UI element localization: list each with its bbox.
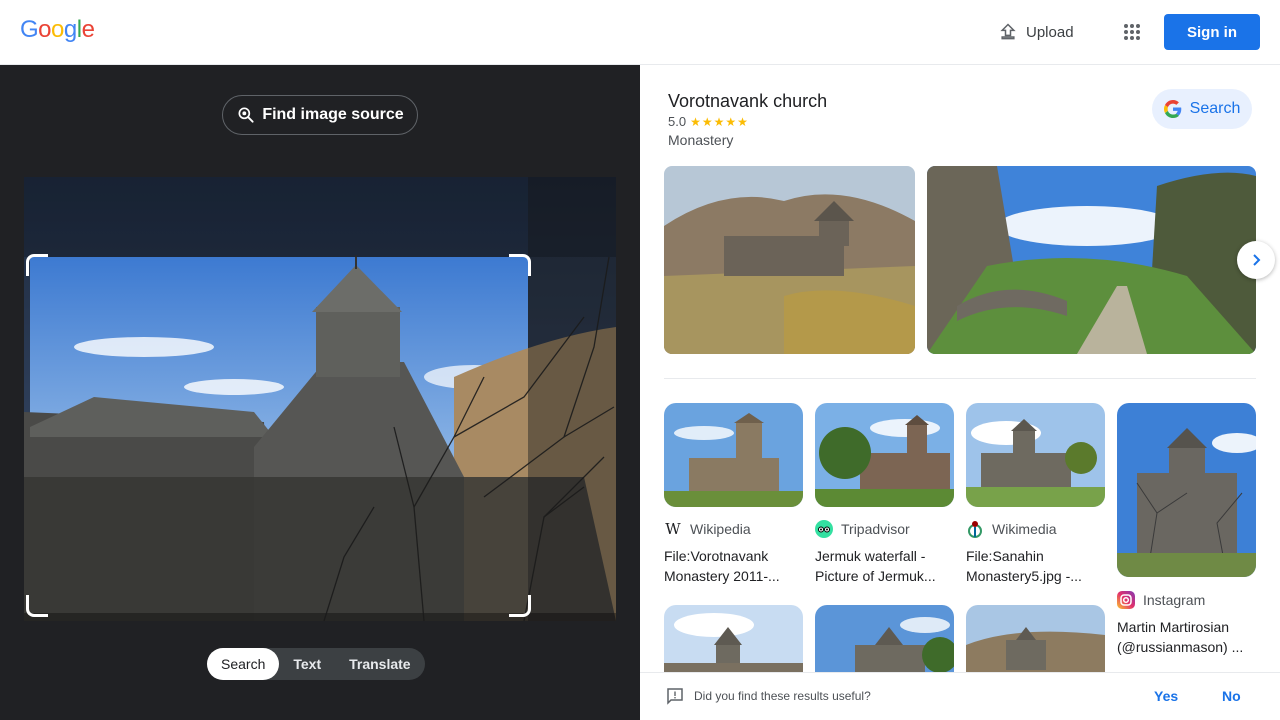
rating-stars-icon: ★★★★★	[690, 114, 749, 129]
entity-title[interactable]: Vorotnavank church	[668, 91, 827, 112]
entity-rating: 5.0 ★★★★★	[668, 114, 749, 129]
feedback-no-button[interactable]: No	[1222, 688, 1241, 704]
section-divider	[664, 378, 1256, 379]
result-source-name: Instagram	[1143, 592, 1206, 608]
entity-image[interactable]	[664, 166, 915, 354]
google-logo[interactable]: Google	[20, 16, 95, 44]
result-title-line: Picture of Jermuk...	[815, 568, 936, 584]
logo-letter: G	[20, 16, 39, 43]
visual-match-result[interactable]: Instagram Martin Martirosian (@russianma…	[1117, 403, 1256, 657]
logo-letter: g	[63, 16, 77, 43]
google-apps-button[interactable]	[1116, 16, 1148, 48]
crop-handle-bottom-right[interactable]	[509, 595, 531, 617]
search-entity-label: Search	[1189, 100, 1241, 117]
crop-handle-top-left[interactable]	[26, 254, 48, 276]
upload-button[interactable]: Upload	[988, 16, 1084, 48]
lens-search-icon	[238, 107, 254, 123]
crop-handle-bottom-left[interactable]	[26, 595, 48, 617]
feedback-question: Did you find these results useful?	[694, 689, 871, 703]
find-image-source-button[interactable]: Find image source	[222, 95, 418, 135]
result-title-line: Jermuk waterfall -	[815, 548, 926, 564]
result-thumbnail[interactable]	[1117, 403, 1256, 577]
instagram-icon	[1117, 591, 1135, 609]
result-title-line: Martin Martirosian	[1117, 619, 1230, 635]
logo-letter: o	[38, 16, 52, 43]
result-title[interactable]: Jermuk waterfall - Picture of Jermuk...	[815, 546, 954, 586]
lens-image-panel: Find image source Search Text Translate	[0, 65, 640, 720]
result-source: Instagram	[1117, 591, 1256, 609]
result-source: Tripadvisor	[815, 520, 954, 538]
upload-icon	[1000, 23, 1016, 40]
tab-search[interactable]: Search	[207, 648, 280, 680]
result-source: Wikimedia	[966, 520, 1105, 538]
feedback-bar: Did you find these results useful? Yes N…	[640, 672, 1280, 720]
result-source-name: Wikimedia	[992, 521, 1057, 537]
tripadvisor-icon	[815, 520, 833, 538]
feedback-yes-button[interactable]: Yes	[1154, 688, 1178, 704]
result-title-line: File:Vorotnavank	[664, 548, 769, 564]
chevron-right-icon	[1253, 254, 1261, 266]
wikimedia-icon	[966, 520, 984, 538]
visual-match-result[interactable]: Wikimedia File:Sanahin Monastery5.jpg -.…	[966, 403, 1105, 586]
church-photo	[24, 177, 616, 621]
rating-value: 5.0	[668, 114, 687, 129]
result-source-name: Wikipedia	[690, 521, 751, 537]
sign-in-button[interactable]: Sign in	[1164, 14, 1260, 50]
entity-image[interactable]	[927, 166, 1256, 354]
lens-mode-tabs: Search Text Translate	[207, 648, 425, 680]
next-images-button[interactable]	[1237, 241, 1275, 279]
visual-match-result[interactable]: W Wikipedia File:Vorotnavank Monastery 2…	[664, 403, 803, 586]
result-source-name: Tripadvisor	[841, 521, 910, 537]
entity-type: Monastery	[668, 132, 734, 148]
crop-handle-top-right[interactable]	[509, 254, 531, 276]
apps-grid-icon	[1124, 24, 1140, 40]
wikipedia-icon: W	[665, 520, 681, 538]
result-title-line: File:Sanahin	[966, 548, 1044, 564]
result-title-line: Monastery5.jpg -...	[966, 568, 1082, 584]
result-title-line: (@russianmason) ...	[1117, 639, 1244, 655]
google-g-icon	[1163, 100, 1181, 118]
upload-label: Upload	[1026, 23, 1074, 41]
logo-letter: o	[51, 16, 64, 43]
result-thumbnail[interactable]	[966, 403, 1105, 507]
logo-letter: e	[81, 16, 95, 43]
result-title[interactable]: Martin Martirosian (@russianmason) ...	[1117, 617, 1256, 657]
result-thumbnail[interactable]	[815, 403, 954, 507]
feedback-icon	[667, 688, 683, 705]
result-title-line: Monastery 2011-...	[664, 568, 780, 584]
tab-translate[interactable]: Translate	[335, 648, 424, 680]
result-thumbnail[interactable]	[664, 403, 803, 507]
result-title[interactable]: File:Sanahin Monastery5.jpg -...	[966, 546, 1105, 586]
result-title[interactable]: File:Vorotnavank Monastery 2011-...	[664, 546, 803, 586]
result-source: W Wikipedia	[664, 520, 803, 538]
visual-match-result[interactable]: Tripadvisor Jermuk waterfall - Picture o…	[815, 403, 954, 586]
tab-text[interactable]: Text	[279, 648, 335, 680]
search-entity-button[interactable]: Search	[1152, 89, 1252, 129]
query-image[interactable]	[24, 177, 616, 621]
results-panel: Vorotnavank church 5.0 ★★★★★ Monastery S…	[640, 65, 1280, 720]
find-source-label: Find image source	[262, 106, 404, 123]
top-bar: Google Upload Sign in	[0, 0, 1280, 65]
